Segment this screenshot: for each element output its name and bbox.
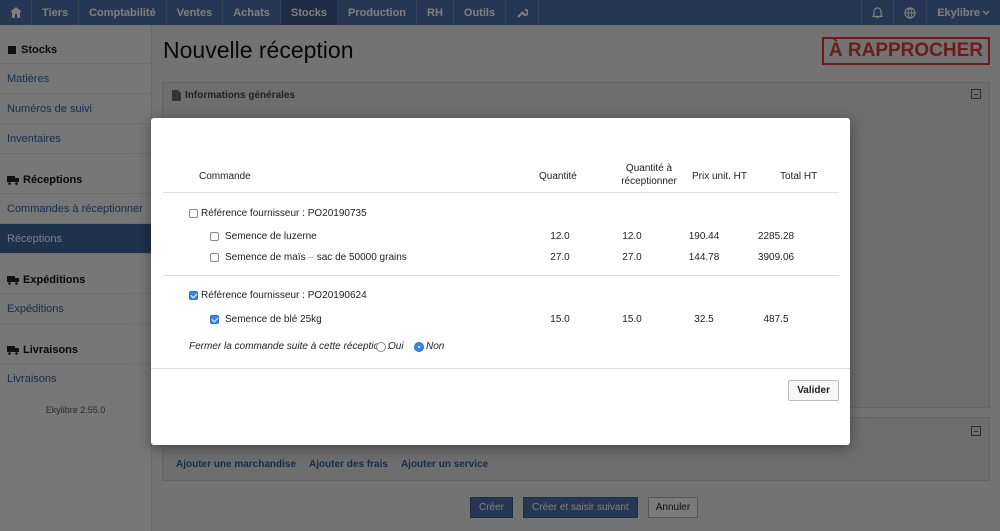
line-to-receive: 15.0 bbox=[622, 314, 642, 325]
order-line-row: Semence de luzerne 12.0 12.0 190.44 2285… bbox=[151, 229, 850, 245]
column-order: Commande bbox=[199, 171, 251, 182]
radio-non[interactable] bbox=[414, 342, 424, 352]
group-divider bbox=[163, 275, 839, 276]
column-to-receive-line1: Quantité à bbox=[625, 163, 673, 174]
order-reference: Référence fournisseur : PO20190624 bbox=[201, 290, 367, 301]
line-unit-price: 32.5 bbox=[694, 314, 714, 325]
modal-footer-divider bbox=[151, 368, 850, 369]
column-unit-price: Prix unit. HT bbox=[692, 171, 748, 182]
line-total: 2285.28 bbox=[757, 231, 795, 242]
column-total: Total HT bbox=[780, 171, 818, 182]
line-unit-price: 190.44 bbox=[688, 231, 720, 242]
line-name: Semence de blé 25kg bbox=[225, 314, 322, 325]
line-variant: sac de 50000 grains bbox=[316, 252, 407, 263]
line-quantity: 15.0 bbox=[550, 314, 570, 325]
column-to-receive-line2: réceptionner bbox=[621, 176, 677, 187]
order-line-row: Semence de blé 25kg 15.0 15.0 32.5 487.5 bbox=[151, 312, 850, 328]
order-reference: Référence fournisseur : PO20190735 bbox=[201, 208, 367, 219]
line-name: Semence de maïs bbox=[225, 252, 306, 263]
line-name: Semence de luzerne bbox=[225, 231, 317, 242]
order-group-row: Référence fournisseur : PO20190624 bbox=[151, 288, 850, 304]
column-quantity: Quantité bbox=[539, 171, 577, 182]
radio-oui-label: Oui bbox=[388, 341, 404, 352]
line-unit-price: 144.78 bbox=[688, 252, 720, 263]
order-checkbox[interactable] bbox=[189, 209, 198, 218]
close-order-question: Fermer la commande suite à cette récepti… bbox=[189, 341, 391, 352]
order-line-row: Semence de maïs – sac de 50000 grains 27… bbox=[151, 250, 850, 266]
line-quantity: 12.0 bbox=[550, 231, 570, 242]
table-header: Commande Quantité Quantité à réceptionne… bbox=[163, 159, 839, 193]
line-checkbox[interactable] bbox=[210, 315, 219, 324]
line-total: 3909.06 bbox=[757, 252, 795, 263]
order-selection-modal: Commande Quantité Quantité à réceptionne… bbox=[151, 118, 850, 445]
order-group-row: Référence fournisseur : PO20190735 bbox=[151, 206, 850, 222]
line-to-receive: 12.0 bbox=[622, 231, 642, 242]
order-checkbox[interactable] bbox=[189, 291, 198, 300]
line-checkbox[interactable] bbox=[210, 232, 219, 241]
line-total: 487.5 bbox=[763, 314, 789, 325]
line-to-receive: 27.0 bbox=[622, 252, 642, 263]
line-checkbox[interactable] bbox=[210, 253, 219, 262]
radio-oui[interactable] bbox=[376, 342, 386, 352]
close-order-row: Fermer la commande suite à cette récepti… bbox=[151, 339, 850, 355]
column-to-receive: Quantité à réceptionner bbox=[609, 163, 689, 187]
radio-non-label: Non bbox=[426, 341, 445, 352]
line-quantity: 27.0 bbox=[550, 252, 570, 263]
line-name-and-variant: Semence de maïs – sac de 50000 grains bbox=[225, 252, 407, 263]
validate-button[interactable]: Valider bbox=[788, 380, 839, 401]
